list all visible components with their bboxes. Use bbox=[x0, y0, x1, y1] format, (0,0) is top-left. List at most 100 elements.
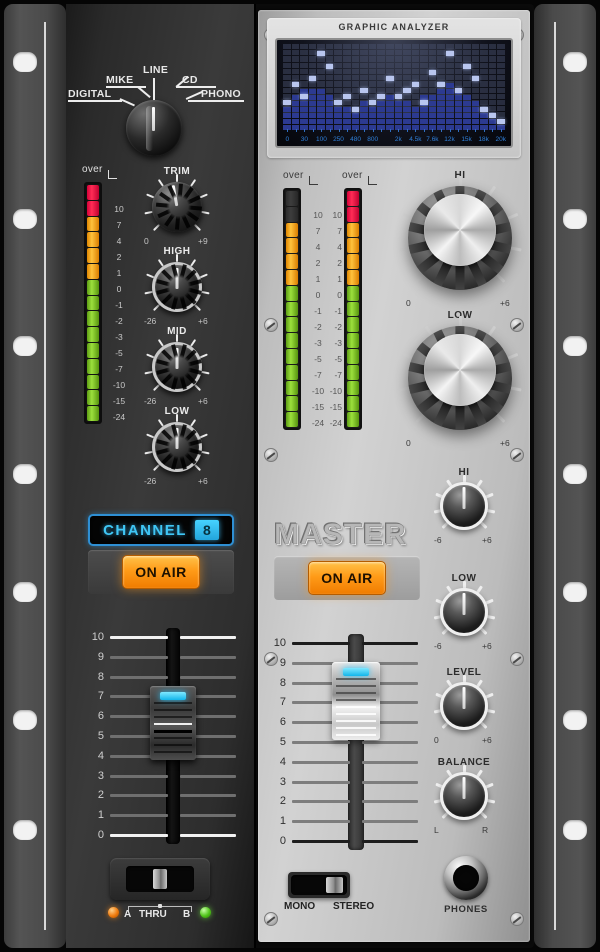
meter-segment-6 bbox=[87, 279, 99, 295]
small-knob-indicator bbox=[462, 777, 466, 799]
knob-range-min: 0 bbox=[144, 236, 149, 246]
knob-tick-6 bbox=[199, 273, 208, 279]
master-big-knob-low-1[interactable]: LOW0+6 bbox=[398, 310, 522, 458]
fader-cap-line-0 bbox=[154, 702, 192, 704]
fader-scale-label-9: 9 bbox=[97, 650, 104, 663]
panel-screw-bottom-right bbox=[510, 912, 524, 926]
analyzer-peak-3 bbox=[308, 75, 317, 81]
meter-segment-3 bbox=[87, 232, 99, 248]
small-knob-body[interactable] bbox=[440, 772, 488, 820]
fader-tick-left bbox=[292, 820, 350, 824]
meter-segment-14 bbox=[347, 412, 359, 427]
master-small-knob-balance[interactable]: BALANCE L R bbox=[433, 757, 495, 846]
rack-hole-right-0 bbox=[563, 52, 587, 72]
selector-option-line[interactable]: LINE bbox=[143, 64, 168, 76]
meter-scale-label-7: 7 bbox=[337, 226, 342, 236]
meter-segment-9 bbox=[286, 333, 298, 348]
fader-tick-right bbox=[362, 760, 418, 764]
knob-tick-8 bbox=[193, 223, 202, 232]
panel-screw-mid1-right bbox=[510, 318, 524, 332]
master-fader[interactable]: 10 9 8 7 6 5 4 3 2 1 0 bbox=[270, 634, 422, 850]
fader-cap-line-5 bbox=[154, 737, 192, 739]
master-on-air-button[interactable]: ON AIR bbox=[308, 561, 386, 595]
fader-tick-right bbox=[362, 840, 418, 843]
meter-scale-label-m2: -2 bbox=[115, 316, 123, 326]
analyzer-peak-10 bbox=[368, 100, 377, 106]
analyzer-bars bbox=[283, 44, 506, 131]
master-big-knob-hi-0[interactable]: HI0+6 bbox=[398, 170, 522, 318]
selector-option-mike[interactable]: MIKE bbox=[106, 74, 133, 86]
fader-tick-left bbox=[110, 774, 168, 778]
mixer-device: DIGITAL MIKE LINE CD PHONO over 10 7 4 2 1 0 -1 -2-… bbox=[0, 0, 600, 952]
channel-fader-led bbox=[160, 692, 186, 700]
analyzer-axis-tick-22 bbox=[475, 129, 477, 132]
phones-jack[interactable] bbox=[444, 856, 488, 900]
master-small-knob-hi[interactable]: HI -6 +6 bbox=[433, 467, 495, 556]
channel-knob-low[interactable]: LOW -26 +6 bbox=[144, 406, 210, 502]
fader-tick-left bbox=[292, 760, 350, 764]
meter-scale-label-m1: -1 bbox=[334, 306, 342, 316]
master-fader-cap[interactable] bbox=[332, 662, 380, 740]
master-meter-left-over-label: over bbox=[283, 170, 304, 181]
fader-tick-right bbox=[362, 642, 418, 645]
analyzer-peak-6 bbox=[334, 100, 343, 106]
routing-label-thru: THRU bbox=[139, 909, 167, 920]
meter-scale-label-2: 2 bbox=[337, 258, 342, 268]
knob-body[interactable] bbox=[152, 342, 202, 392]
small-knob-body[interactable] bbox=[440, 588, 488, 636]
big-knob-range-max: +6 bbox=[500, 438, 510, 448]
routing-switch-housing[interactable] bbox=[110, 858, 210, 900]
source-selector-knob[interactable] bbox=[126, 100, 182, 156]
master-small-knob-low[interactable]: LOW -6 +6 bbox=[433, 573, 495, 662]
analyzer-bar-lit bbox=[325, 95, 334, 130]
analyzer-bar-lit bbox=[445, 83, 454, 130]
analyzer-peak-17 bbox=[428, 69, 437, 75]
small-knob-body[interactable] bbox=[440, 482, 488, 530]
big-knob-body[interactable] bbox=[408, 326, 512, 430]
knob-body[interactable] bbox=[152, 262, 202, 312]
channel-fader[interactable]: 10 9 8 7 6 5 4 3 2 1 0 bbox=[88, 628, 238, 844]
analyzer-peak-0 bbox=[283, 100, 291, 106]
routing-switch-lever[interactable] bbox=[153, 869, 167, 889]
rail-line-right bbox=[554, 22, 556, 930]
analyzer-axis-tick-24 bbox=[492, 129, 494, 132]
analyzer-bar-21 bbox=[463, 44, 471, 131]
small-knob-body[interactable] bbox=[440, 682, 488, 730]
analyzer-bar-24 bbox=[488, 44, 497, 131]
analyzer-freq-label-800: 800 bbox=[367, 136, 379, 143]
meter-scale-label-0: 0 bbox=[116, 284, 122, 294]
fader-scale-label-0: 0 bbox=[279, 835, 286, 847]
analyzer-axis-tick-4 bbox=[321, 129, 323, 132]
fader-scale-label-5: 5 bbox=[97, 730, 104, 742]
fader-scale-label-10: 10 bbox=[273, 637, 286, 649]
knob-tick-8 bbox=[193, 383, 202, 392]
meter-scale-label-m7: -7 bbox=[334, 370, 342, 380]
meter-segment-5 bbox=[286, 269, 298, 285]
channel-on-air-button[interactable]: ON AIR bbox=[122, 555, 200, 589]
fader-tick-left bbox=[110, 655, 168, 659]
routing-label-a: A bbox=[124, 909, 132, 920]
knob-body[interactable] bbox=[152, 422, 202, 472]
small-knob-range-max: +6 bbox=[482, 735, 492, 745]
mode-switch-lever[interactable] bbox=[326, 877, 343, 893]
analyzer-peak-14 bbox=[403, 88, 411, 94]
knob-tick-7 bbox=[201, 210, 210, 215]
fader-tick-right bbox=[180, 636, 236, 639]
big-knob-body[interactable] bbox=[408, 186, 512, 290]
fader-cap-line-4 bbox=[336, 706, 376, 708]
selector-option-phono[interactable]: PHONO bbox=[201, 88, 241, 100]
mode-switch-housing[interactable] bbox=[288, 872, 350, 898]
meter-segment-4 bbox=[286, 254, 298, 269]
selector-knob-pointer bbox=[152, 107, 155, 131]
analyzer-bar-0 bbox=[283, 44, 291, 131]
routing-label-b: B bbox=[183, 909, 191, 920]
master-small-knob-level[interactable]: LEVEL 0 +6 bbox=[433, 667, 495, 756]
fader-scale-label-8: 8 bbox=[279, 676, 286, 689]
selector-option-digital[interactable]: DIGITAL bbox=[68, 88, 111, 100]
channel-fader-cap[interactable] bbox=[150, 686, 196, 760]
analyzer-bar-lit bbox=[437, 89, 445, 130]
analyzer-axis-tick-1 bbox=[295, 129, 297, 132]
analyzer-frequency-axis: 0 30 100 250 480 800 2k 4.5k 7.6k 12k 15k 18k 20k bbox=[283, 127, 506, 143]
fader-tick-right bbox=[180, 834, 236, 837]
fader-scale-label-6: 6 bbox=[97, 710, 104, 723]
